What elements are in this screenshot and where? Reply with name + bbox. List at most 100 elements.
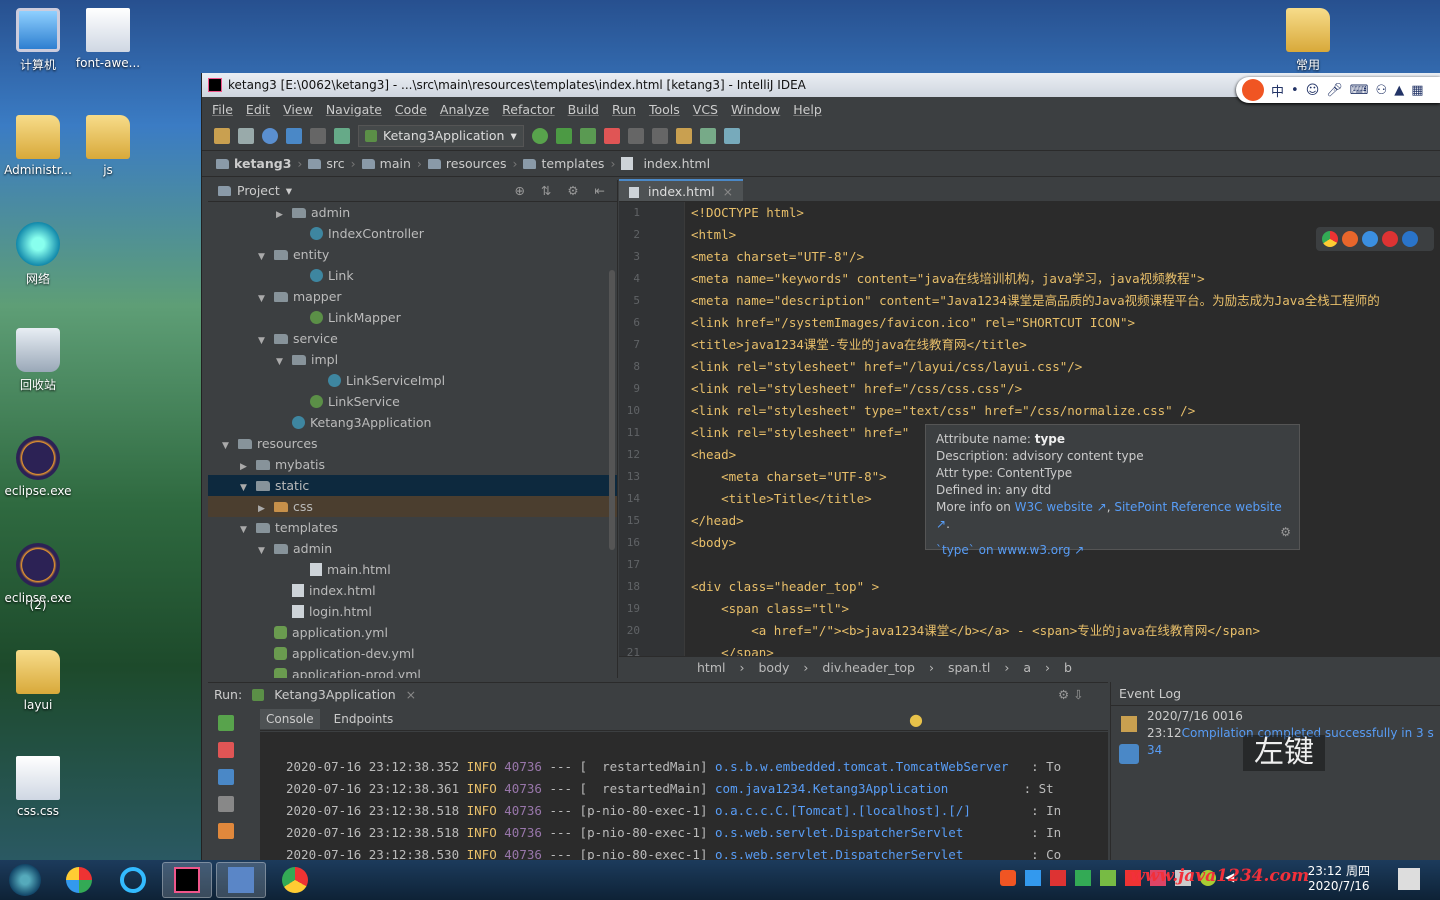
gear-icon[interactable]: ⚙ xyxy=(1280,524,1291,541)
ime-toolbar[interactable]: 中 • ☺ 🎤︎ ⌨ ⚇ ▲ ▦ xyxy=(1236,77,1440,103)
exit-icon[interactable] xyxy=(218,823,234,839)
tree-row[interactable]: Link xyxy=(208,265,617,286)
dump-icon[interactable] xyxy=(218,796,234,812)
desktop-icon[interactable]: layui xyxy=(0,650,76,712)
firefox-icon[interactable] xyxy=(1342,231,1358,247)
menu-refactor[interactable]: Refactor xyxy=(502,102,554,117)
w3c-link[interactable]: W3C website ↗ xyxy=(1015,500,1107,514)
tree-row[interactable]: login.html xyxy=(208,601,617,622)
forward-icon[interactable] xyxy=(310,127,326,144)
code-line[interactable]: <link rel="stylesheet" href="/layui/css/… xyxy=(691,356,1440,378)
vcs-icon[interactable] xyxy=(723,127,740,144)
tree-row[interactable]: application.yml xyxy=(208,622,617,643)
clock[interactable]: 23:12 周四 2020/7/16 xyxy=(1308,864,1370,894)
code-line[interactable]: </span> xyxy=(691,642,1440,656)
tree-row[interactable]: index.html xyxy=(208,580,617,601)
menu-build[interactable]: Build xyxy=(568,102,599,117)
rerun-icon[interactable] xyxy=(218,715,234,731)
code-line[interactable]: <a href="/"><b>java1234课堂</b></a> - <spa… xyxy=(691,620,1440,642)
debug-icon[interactable] xyxy=(555,127,572,144)
menu-view[interactable]: View xyxy=(283,102,313,117)
breadcrumb-item[interactable]: src xyxy=(308,156,345,171)
tree-row[interactable]: LinkMapper xyxy=(208,307,617,328)
open-icon[interactable] xyxy=(214,127,230,144)
menu-navigate[interactable]: Navigate xyxy=(326,102,382,117)
code-line[interactable]: <!DOCTYPE html> xyxy=(691,202,1440,224)
tree-row[interactable]: main.html xyxy=(208,559,617,580)
start-button[interactable] xyxy=(0,862,50,898)
code-line[interactable]: <span class="tl"> xyxy=(691,598,1440,620)
w3-org-link[interactable]: `type` on www.w3.org ↗ xyxy=(936,543,1084,557)
tree-row[interactable]: application-prod.yml xyxy=(208,664,617,678)
wrench-icon[interactable] xyxy=(1121,716,1137,732)
code-line[interactable]: <meta name="description" content="Java12… xyxy=(691,290,1440,312)
tree-row[interactable]: ▶ mybatis xyxy=(208,454,617,475)
desktop-icon[interactable]: eclipse.exe xyxy=(0,436,76,498)
grid-icon[interactable]: ▦ xyxy=(1411,83,1423,98)
tray-icon[interactable] xyxy=(1075,870,1091,886)
editor-tab[interactable]: index.html × xyxy=(619,179,744,201)
tree-row[interactable]: ▼ resources xyxy=(208,433,617,454)
deploy-icon[interactable] xyxy=(651,127,668,144)
desktop-icon[interactable]: Administr... xyxy=(0,115,76,177)
editor-crumb[interactable]: html xyxy=(697,660,725,675)
tree-row[interactable]: application-dev.yml xyxy=(208,643,617,664)
stop-icon[interactable] xyxy=(603,127,620,144)
notification-icon[interactable] xyxy=(1398,868,1420,890)
microphone-icon[interactable]: 🎤︎ xyxy=(1326,83,1343,98)
tree-row[interactable]: ▼ service xyxy=(208,328,617,349)
editor-crumb[interactable]: div.header_top xyxy=(822,660,915,675)
menu-run[interactable]: Run xyxy=(612,102,636,117)
desktop-icon[interactable]: css.css xyxy=(0,756,76,818)
breadcrumb-item[interactable]: index.html xyxy=(621,156,710,171)
tray-icon[interactable] xyxy=(1000,870,1016,886)
desktop-icon[interactable]: 常用 xyxy=(1270,8,1346,73)
tree-row[interactable]: ▼ admin xyxy=(208,538,617,559)
gear-icon[interactable]: ⚙ ⇩ xyxy=(1058,687,1084,702)
close-icon[interactable]: × xyxy=(406,687,416,702)
desktop-icon[interactable]: 回收站 xyxy=(0,328,76,393)
menu-code[interactable]: Code xyxy=(395,102,427,117)
monitor-icon[interactable] xyxy=(1119,744,1139,764)
desktop-icon[interactable]: (2) xyxy=(0,598,76,612)
console-output[interactable]: 2020-07-16 23:12:38.352 INFO 40736 --- [… xyxy=(260,732,1108,860)
run-subtab-console[interactable]: Console xyxy=(260,708,320,729)
tree-row[interactable]: ▼ static xyxy=(208,475,617,496)
editor-crumb[interactable]: b xyxy=(1064,660,1072,675)
sync-icon[interactable] xyxy=(262,127,278,144)
code-line[interactable]: <link href="/systemImages/favicon.ico" r… xyxy=(691,312,1440,334)
tree-row[interactable]: LinkService xyxy=(208,391,617,412)
desktop-icon[interactable]: font-awe... xyxy=(70,8,146,70)
taskbar-chrome[interactable] xyxy=(270,862,320,898)
user-icon[interactable]: ⚇ xyxy=(1376,83,1388,98)
menu-vcs[interactable]: VCS xyxy=(693,102,718,117)
tray-icon[interactable] xyxy=(1100,870,1116,886)
menu-help[interactable]: Help xyxy=(793,102,822,117)
coverage-icon[interactable] xyxy=(579,127,596,144)
tree-row[interactable]: ▼ entity xyxy=(208,244,617,265)
tree-row[interactable]: ▼ impl xyxy=(208,349,617,370)
breadcrumb-item[interactable]: main xyxy=(361,156,411,171)
desktop-icon[interactable]: 网络 xyxy=(0,222,76,287)
settings-icon[interactable] xyxy=(675,127,692,144)
structure-icon[interactable] xyxy=(699,127,716,144)
emoji-icon[interactable]: ☺ xyxy=(1306,83,1320,98)
build-icon[interactable] xyxy=(334,127,350,144)
tree-row[interactable]: ▼ templates xyxy=(208,517,617,538)
safari-icon[interactable] xyxy=(1362,231,1378,247)
chrome-icon[interactable] xyxy=(1322,231,1338,247)
ie-icon[interactable] xyxy=(1402,231,1418,247)
back-icon[interactable] xyxy=(286,127,302,144)
punctuation-icon[interactable]: • xyxy=(1291,83,1299,98)
breadcrumb-item[interactable]: resources xyxy=(427,156,506,171)
update-icon[interactable] xyxy=(627,127,644,144)
menu-tools[interactable]: Tools xyxy=(649,102,680,117)
stop-icon[interactable] xyxy=(218,742,234,758)
code-line[interactable]: <link rel="stylesheet" href="/css/css.cs… xyxy=(691,378,1440,400)
breadcrumb-item[interactable]: templates xyxy=(523,156,604,171)
shirt-icon[interactable]: ▲ xyxy=(1394,83,1404,98)
breadcrumb-item[interactable]: ketang3 xyxy=(216,156,291,171)
panel-actions[interactable]: ⊕ ⇅ ⚙ ⇤ xyxy=(514,183,611,198)
tree-scrollbar[interactable] xyxy=(609,270,615,550)
rerun-icon[interactable] xyxy=(531,127,548,144)
